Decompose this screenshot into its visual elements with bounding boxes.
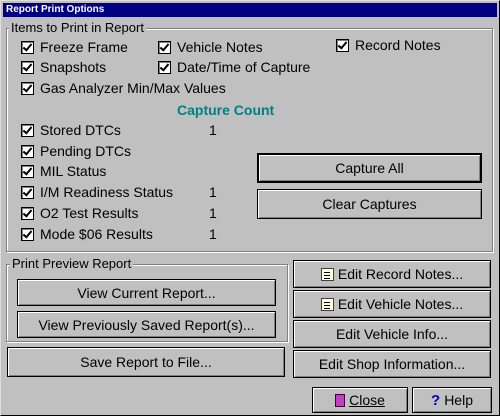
freeze-frame-checkbox[interactable]: Freeze Frame: [21, 39, 128, 55]
record-notes-label: Record Notes: [355, 37, 441, 53]
save-report-to-file-button[interactable]: Save Report to File...: [7, 347, 285, 377]
door-icon: [335, 393, 346, 407]
vehicle-notes-checkbox[interactable]: Vehicle Notes: [158, 39, 263, 55]
checkbox-check-icon: [21, 206, 34, 220]
notepad-icon: [320, 267, 334, 281]
o2-test-count: 1: [209, 205, 217, 221]
im-readiness-count: 1: [209, 184, 217, 200]
mode06-count: 1: [209, 226, 217, 242]
edit-vehicle-notes-label: Edit Vehicle Notes...: [337, 296, 464, 312]
capture-all-button[interactable]: Capture All: [257, 153, 482, 183]
stored-dtcs-count: 1: [209, 122, 217, 138]
pending-dtcs-checkbox[interactable]: Pending DTCs: [21, 143, 131, 159]
close-label: Close: [349, 392, 385, 408]
checkbox-check-icon: [336, 38, 349, 52]
items-to-print-label: Items to Print in Report: [9, 20, 146, 35]
edit-shop-information-button[interactable]: Edit Shop Information...: [293, 350, 491, 378]
checkbox-check-icon: [158, 60, 171, 74]
checkbox-check-icon: [21, 81, 34, 95]
help-label: Help: [444, 392, 473, 408]
capture-count-heading: Capture Count: [177, 102, 275, 118]
freeze-frame-label: Freeze Frame: [40, 39, 128, 55]
checkbox-check-icon: [21, 40, 34, 54]
o2-test-label: O2 Test Results: [40, 205, 139, 221]
stored-dtcs-label: Stored DTCs: [40, 122, 121, 138]
im-readiness-checkbox[interactable]: I/M Readiness Status: [21, 184, 173, 200]
mil-status-checkbox[interactable]: MIL Status: [21, 163, 106, 179]
record-notes-checkbox[interactable]: Record Notes: [336, 37, 441, 53]
window-title: Report Print Options: [3, 3, 497, 17]
notepad-icon: [320, 297, 334, 311]
edit-vehicle-info-button[interactable]: Edit Vehicle Info...: [293, 320, 491, 348]
close-button[interactable]: Close: [312, 387, 408, 413]
snapshots-checkbox[interactable]: Snapshots: [21, 59, 106, 75]
im-readiness-label: I/M Readiness Status: [40, 184, 174, 200]
mil-status-label: MIL Status: [40, 163, 107, 179]
checkbox-check-icon: [21, 144, 34, 158]
gas-analyzer-label: Gas Analyzer Min/Max Values: [40, 80, 226, 96]
checkbox-check-icon: [21, 60, 34, 74]
checkbox-check-icon: [21, 123, 34, 137]
vehicle-notes-label: Vehicle Notes: [177, 39, 263, 55]
checkbox-check-icon: [21, 164, 34, 178]
checkbox-check-icon: [158, 40, 171, 54]
question-mark-icon: ?: [431, 391, 441, 409]
snapshots-label: Snapshots: [40, 59, 107, 75]
edit-record-notes-label: Edit Record Notes...: [337, 266, 464, 282]
stored-dtcs-checkbox[interactable]: Stored DTCs: [21, 122, 121, 138]
view-current-report-button[interactable]: View Current Report...: [17, 279, 276, 306]
edit-vehicle-notes-button[interactable]: Edit Vehicle Notes...: [293, 290, 491, 318]
report-print-options-window: Report Print Options Items to Print in R…: [0, 0, 500, 416]
checkbox-check-icon: [21, 185, 34, 199]
checkbox-check-icon: [21, 227, 34, 241]
pending-dtcs-label: Pending DTCs: [40, 143, 132, 159]
mode06-checkbox[interactable]: Mode $06 Results: [21, 226, 153, 242]
view-saved-reports-button[interactable]: View Previously Saved Report(s)...: [17, 311, 276, 338]
clear-captures-button[interactable]: Clear Captures: [257, 189, 482, 219]
print-preview-label: Print Preview Report: [10, 256, 134, 271]
mode06-label: Mode $06 Results: [40, 226, 153, 242]
o2-test-checkbox[interactable]: O2 Test Results: [21, 205, 139, 221]
gas-analyzer-checkbox[interactable]: Gas Analyzer Min/Max Values: [21, 80, 226, 96]
date-time-checkbox[interactable]: Date/Time of Capture: [158, 59, 310, 75]
help-button[interactable]: ? Help: [412, 387, 492, 413]
date-time-label: Date/Time of Capture: [177, 59, 311, 75]
edit-record-notes-button[interactable]: Edit Record Notes...: [293, 260, 491, 288]
